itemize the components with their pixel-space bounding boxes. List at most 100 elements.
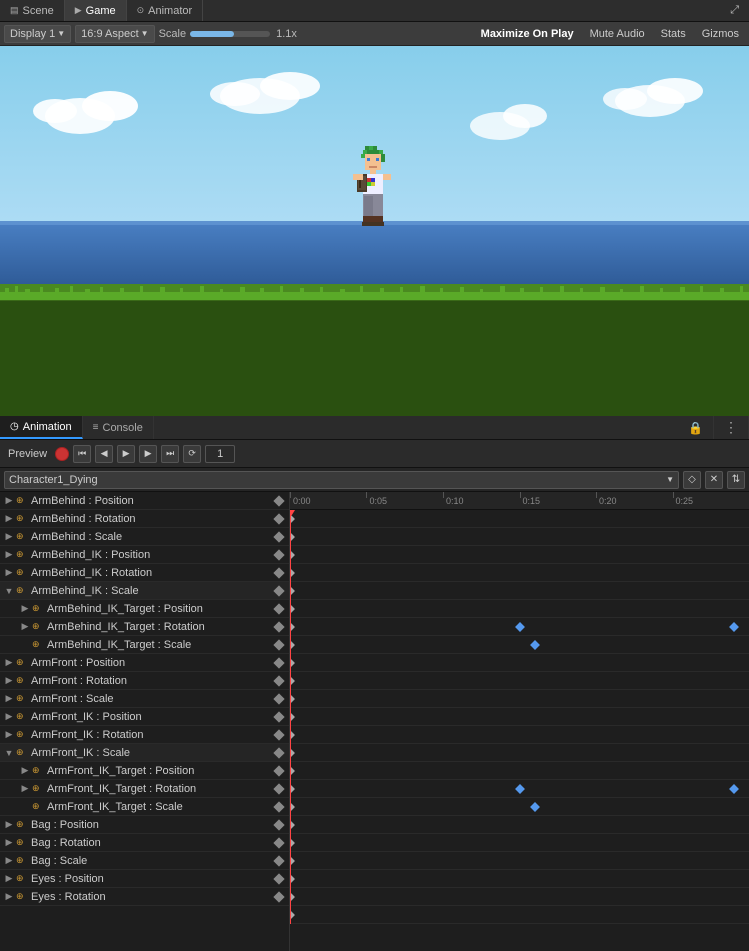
tab-animation[interactable]: ◷ Animation bbox=[0, 416, 83, 439]
go-to-start-btn[interactable]: ⏮ bbox=[73, 445, 91, 463]
aspect-dropdown[interactable]: 16:9 Aspect ▼ bbox=[75, 25, 154, 43]
prop-name-13: ArmFront_IK : Rotation bbox=[31, 729, 275, 741]
ruler-mark-3: 0:15 bbox=[520, 492, 541, 509]
timeline-row-3[interactable] bbox=[290, 564, 749, 582]
timeline-row-4[interactable] bbox=[290, 582, 749, 600]
prop-diamond-12 bbox=[273, 711, 284, 722]
timeline-row-8[interactable] bbox=[290, 654, 749, 672]
prop-row-4[interactable]: ▶⊕ArmBehind_IK : Rotation bbox=[0, 564, 289, 582]
prop-row-10[interactable]: ▶⊕ArmFront : Rotation bbox=[0, 672, 289, 690]
prop-row-6[interactable]: ▶⊕ArmBehind_IK_Target : Position bbox=[0, 600, 289, 618]
prop-row-0[interactable]: ▶⊕ArmBehind : Position bbox=[0, 492, 289, 510]
prop-row-11[interactable]: ▶⊕ArmFront : Scale bbox=[0, 690, 289, 708]
next-frame-btn[interactable]: ▶ bbox=[139, 445, 157, 463]
prop-icon-18: ⊕ bbox=[16, 819, 28, 831]
prop-row-8[interactable]: ⊕ArmBehind_IK_Target : Scale bbox=[0, 636, 289, 654]
stats-btn[interactable]: Stats bbox=[655, 25, 692, 43]
maximize-window-btn[interactable]: ⤢ bbox=[720, 0, 749, 21]
timeline-row-12[interactable] bbox=[290, 726, 749, 744]
mute-audio-btn[interactable]: Mute Audio bbox=[584, 25, 651, 43]
anim-lock-btn[interactable]: 🔒 bbox=[678, 416, 714, 439]
timeline-row-21[interactable] bbox=[290, 888, 749, 906]
timeline-row-9[interactable] bbox=[290, 672, 749, 690]
anim-more-btn[interactable]: ⋮ bbox=[714, 416, 749, 439]
prop-row-13[interactable]: ▶⊕ArmFront_IK : Rotation bbox=[0, 726, 289, 744]
prop-row-16[interactable]: ▶⊕ArmFront_IK_Target : Rotation bbox=[0, 780, 289, 798]
timeline-row-7[interactable] bbox=[290, 636, 749, 654]
timeline-row-0[interactable] bbox=[290, 510, 749, 528]
prev-frame-btn[interactable]: ◀ bbox=[95, 445, 113, 463]
scene-tab-icon: ▤ bbox=[10, 5, 19, 16]
clip-dropdown[interactable]: Character1_Dying ▼ bbox=[4, 471, 679, 489]
go-to-end-btn[interactable]: ⏭ bbox=[161, 445, 179, 463]
maximize-on-play-btn[interactable]: Maximize On Play bbox=[475, 25, 580, 43]
timeline-row-13[interactable] bbox=[290, 744, 749, 762]
prop-row-19[interactable]: ▶⊕Bag : Rotation bbox=[0, 834, 289, 852]
prop-row-1[interactable]: ▶⊕ArmBehind : Rotation bbox=[0, 510, 289, 528]
keyframe-16-16[interactable] bbox=[530, 802, 540, 812]
frame-number-input[interactable] bbox=[205, 445, 235, 463]
prop-name-17: ArmFront_IK_Target : Scale bbox=[47, 801, 275, 813]
prop-row-21[interactable]: ▶⊕Eyes : Position bbox=[0, 870, 289, 888]
tab-game[interactable]: ▶ Game bbox=[65, 0, 127, 21]
prop-name-6: ArmBehind_IK_Target : Position bbox=[47, 603, 275, 615]
timeline-row-10[interactable] bbox=[290, 690, 749, 708]
timeline-row-20[interactable] bbox=[290, 870, 749, 888]
timeline-row-1[interactable] bbox=[290, 528, 749, 546]
timeline-row-2[interactable] bbox=[290, 546, 749, 564]
keyframe-7-16[interactable] bbox=[530, 640, 540, 650]
prop-name-0: ArmBehind : Position bbox=[31, 495, 275, 507]
record-button[interactable] bbox=[55, 447, 69, 461]
timeline-row-5[interactable] bbox=[290, 600, 749, 618]
keyframe-15-29[interactable] bbox=[729, 784, 739, 794]
loop-btn[interactable]: ⟳ bbox=[183, 445, 201, 463]
timeline-row-14[interactable] bbox=[290, 762, 749, 780]
timeline-row-17[interactable] bbox=[290, 816, 749, 834]
prop-row-2[interactable]: ▶⊕ArmBehind : Scale bbox=[0, 528, 289, 546]
keyframe-15-15[interactable] bbox=[515, 784, 525, 794]
delete-keyframe-btn[interactable]: ✕ bbox=[705, 471, 723, 489]
tab-scene[interactable]: ▤ Scene bbox=[0, 0, 65, 21]
keyframe-6-15[interactable] bbox=[515, 622, 525, 632]
prop-row-5[interactable]: ▼⊕ArmBehind_IK : Scale bbox=[0, 582, 289, 600]
prop-row-3[interactable]: ▶⊕ArmBehind_IK : Position bbox=[0, 546, 289, 564]
prop-row-14[interactable]: ▼⊕ArmFront_IK : Scale bbox=[0, 744, 289, 762]
expand-arrow-10: ▶ bbox=[4, 676, 14, 686]
game-tab-icon: ▶ bbox=[75, 5, 82, 16]
timeline-row-11[interactable] bbox=[290, 708, 749, 726]
timeline-row-16[interactable] bbox=[290, 798, 749, 816]
timeline-area[interactable]: 0:000:050:100:150:200:250:30 bbox=[290, 492, 749, 951]
prop-row-9[interactable]: ▶⊕ArmFront : Position bbox=[0, 654, 289, 672]
tab-animator[interactable]: ⊙ Animator bbox=[127, 0, 204, 21]
prop-row-7[interactable]: ▶⊕ArmBehind_IK_Target : Rotation bbox=[0, 618, 289, 636]
prop-row-18[interactable]: ▶⊕Bag : Position bbox=[0, 816, 289, 834]
add-keyframe-btn[interactable]: ◇ bbox=[683, 471, 701, 489]
tab-console[interactable]: ≡ Console bbox=[83, 416, 154, 439]
prop-row-20[interactable]: ▶⊕Bag : Scale bbox=[0, 852, 289, 870]
prop-icon-11: ⊕ bbox=[16, 693, 28, 705]
gizmos-btn[interactable]: Gizmos bbox=[696, 25, 745, 43]
timeline-row-22[interactable] bbox=[290, 906, 749, 924]
timeline-row-15[interactable] bbox=[290, 780, 749, 798]
play-btn[interactable]: ▶ bbox=[117, 445, 135, 463]
prop-name-9: ArmFront : Position bbox=[31, 657, 275, 669]
prop-row-22[interactable]: ▶⊕Eyes : Rotation bbox=[0, 888, 289, 906]
prop-name-1: ArmBehind : Rotation bbox=[31, 513, 275, 525]
scale-slider[interactable] bbox=[190, 31, 270, 37]
editor-tabs: ▤ Scene ▶ Game ⊙ Animator ⤢ bbox=[0, 0, 749, 22]
keyframe-6-29[interactable] bbox=[729, 622, 739, 632]
timeline-row-18[interactable] bbox=[290, 834, 749, 852]
prop-row-15[interactable]: ▶⊕ArmFront_IK_Target : Position bbox=[0, 762, 289, 780]
timeline-row-6[interactable] bbox=[290, 618, 749, 636]
prop-diamond-3 bbox=[273, 549, 284, 560]
prop-row-12[interactable]: ▶⊕ArmFront_IK : Position bbox=[0, 708, 289, 726]
prop-icon-20: ⊕ bbox=[16, 855, 28, 867]
keyframe-tangent-btn[interactable]: ⇅ bbox=[727, 471, 745, 489]
game-scene-svg bbox=[0, 46, 749, 416]
expand-arrow-17 bbox=[20, 802, 30, 812]
timeline-row-19[interactable] bbox=[290, 852, 749, 870]
prop-icon-13: ⊕ bbox=[16, 729, 28, 741]
prop-name-7: ArmBehind_IK_Target : Rotation bbox=[47, 621, 275, 633]
display-dropdown[interactable]: Display 1 ▼ bbox=[4, 25, 71, 43]
prop-row-17[interactable]: ⊕ArmFront_IK_Target : Scale bbox=[0, 798, 289, 816]
